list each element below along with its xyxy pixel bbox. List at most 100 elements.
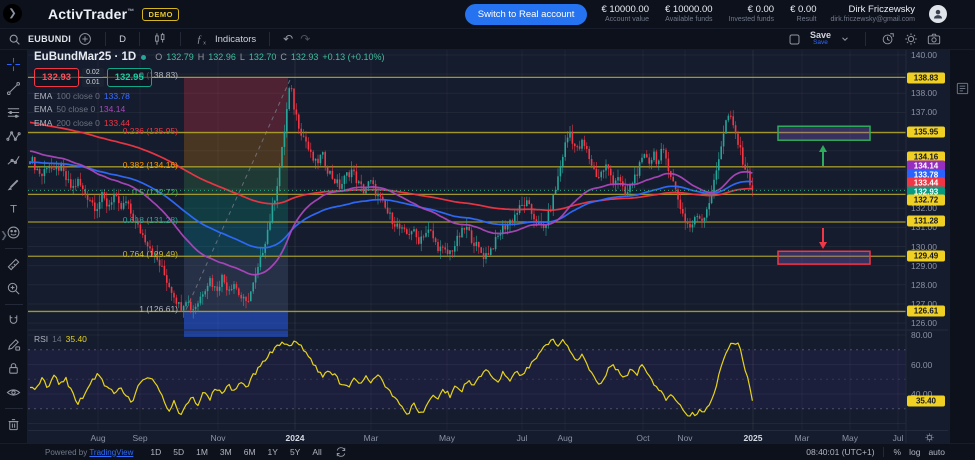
news-icon[interactable] xyxy=(955,81,970,96)
tool-brush-icon[interactable] xyxy=(3,174,25,195)
market-status-icon xyxy=(141,55,146,60)
ema-legend-row[interactable]: EMA200 close 0133.44 xyxy=(34,118,384,128)
stat-value: € 0.00 xyxy=(748,4,774,15)
tool-forecast-icon[interactable] xyxy=(3,150,25,171)
tool-magnet-icon[interactable] xyxy=(3,310,25,331)
interval-button-1m[interactable]: 1M xyxy=(193,446,211,458)
rsi-axis-label: 80.00 xyxy=(911,330,932,340)
eye-icon xyxy=(6,385,21,400)
forecast-icon xyxy=(6,153,21,168)
price-axis-badge: 132.72 xyxy=(907,195,945,206)
corner-expand-button[interactable]: ❯ xyxy=(3,4,22,23)
rsi-axis-label: 60.00 xyxy=(911,360,932,370)
price-axis-badge: 126.61 xyxy=(907,305,945,316)
stat-value: € 10000.00 xyxy=(665,4,713,15)
time-axis-label: May xyxy=(439,433,455,443)
indicators-button[interactable]: Indicators xyxy=(215,34,256,45)
tool-fib-retracement-icon[interactable] xyxy=(3,102,25,123)
magnet-icon xyxy=(6,313,21,328)
scale-button-auto[interactable]: auto xyxy=(928,447,945,457)
camera-icon[interactable] xyxy=(927,32,941,46)
spread-indicator: 0.02 0.01 xyxy=(82,68,104,87)
avatar[interactable] xyxy=(929,5,947,23)
search-icon[interactable] xyxy=(8,33,21,46)
indicators-icon[interactable]: ƒx xyxy=(194,32,208,46)
price-axis-badge: 129.49 xyxy=(907,250,945,261)
tool-trash-icon[interactable] xyxy=(3,414,25,435)
gear-icon[interactable] xyxy=(904,32,918,46)
ohlc-key: H xyxy=(198,52,205,62)
add-symbol-icon[interactable] xyxy=(78,32,92,46)
ema-legend-rows: EMA100 close 0133.78 EMA50 close 0134.14 E… xyxy=(34,91,384,128)
time-axis-label: Jul xyxy=(893,433,904,443)
stat-label: Account value xyxy=(605,16,649,24)
timeframe-button[interactable]: D xyxy=(119,34,126,45)
switch-to-real-button[interactable]: Switch to Real account xyxy=(465,4,588,25)
time-axis-label: Jul xyxy=(517,433,528,443)
ohlc-key: O xyxy=(155,52,162,62)
tool-crosshair-icon[interactable] xyxy=(3,54,25,75)
draw-lock-icon xyxy=(6,337,21,352)
checkbox-icon[interactable] xyxy=(788,33,801,46)
chart-style-icon[interactable] xyxy=(153,32,167,46)
activtrader-window: 0 (138.83)0.236 (135.95)0.382 (134.16)0.… xyxy=(0,0,975,460)
alert-icon[interactable] xyxy=(881,32,895,46)
interval-settings-icon[interactable] xyxy=(335,446,347,458)
time-axis-label: 2025 xyxy=(744,433,763,443)
interval-button-5d[interactable]: 5D xyxy=(170,446,187,458)
interval-button-1d[interactable]: 1D xyxy=(147,446,164,458)
tool-zoom-in-icon[interactable] xyxy=(3,278,25,299)
price-axis-label: 138.00 xyxy=(911,88,937,98)
svg-text:x: x xyxy=(203,40,206,46)
tradingview-link[interactable]: TradingView xyxy=(89,448,133,457)
redo-icon[interactable]: ↷ xyxy=(300,33,310,45)
chart-title[interactable]: EuBundMar25 · 1D xyxy=(34,51,136,63)
ohlc-value: 132.93 xyxy=(291,52,319,62)
ema-legend-row[interactable]: EMA50 close 0134.14 xyxy=(34,104,384,114)
chevron-down-icon[interactable] xyxy=(840,34,850,44)
undo-icon[interactable]: ↶ xyxy=(283,33,293,45)
interval-button-3m[interactable]: 3M xyxy=(217,446,235,458)
time-axis-settings-icon[interactable] xyxy=(924,432,935,443)
symbol-search-input[interactable]: EUBUNDI xyxy=(28,34,71,44)
clock[interactable]: 08:40:01 (UTC+1) xyxy=(806,447,874,457)
buy-button[interactable]: 132.95 xyxy=(107,68,152,87)
lock-icon xyxy=(6,361,21,376)
price-axis-badge: 131.28 xyxy=(907,216,945,227)
time-axis-label: Nov xyxy=(210,433,225,443)
tool-draw-lock-icon[interactable] xyxy=(3,334,25,355)
tools-divider xyxy=(5,248,23,249)
chart-toolbar: EUBUNDI D ƒx Indicators ↶ ↷ Save Save xyxy=(0,28,975,50)
time-axis[interactable]: AugSepNov2024MarMayJulAugOctNov2025MarMa… xyxy=(28,430,948,444)
ema-legend-row[interactable]: EMA100 close 0133.78 xyxy=(34,91,384,101)
zoom-in-icon xyxy=(6,281,21,296)
save-layout-button[interactable]: Save Save xyxy=(810,31,831,47)
ema-value: 133.78 xyxy=(104,91,130,101)
time-axis-label: Aug xyxy=(557,433,572,443)
interval-button-all[interactable]: All xyxy=(309,446,324,458)
price-axis[interactable]: 140.00138.00137.00132.00131.00130.00129.… xyxy=(906,50,950,443)
panel-toggle[interactable]: ❯ xyxy=(0,222,8,248)
scale-button-log[interactable]: log xyxy=(909,447,920,457)
person-icon xyxy=(932,8,944,20)
time-axis-label: 2024 xyxy=(286,433,305,443)
tool-eye-icon[interactable] xyxy=(3,382,25,403)
ema-params: 200 close 0 xyxy=(56,118,99,128)
tool-trendline-icon[interactable] xyxy=(3,78,25,99)
tool-text-icon[interactable]: T xyxy=(3,198,25,219)
scale-button-pct[interactable]: % xyxy=(894,447,902,457)
change-value: +0.13 (+0.10%) xyxy=(322,52,384,62)
interval-button-6m[interactable]: 6M xyxy=(241,446,259,458)
interval-button-5y[interactable]: 5Y xyxy=(287,446,303,458)
account-stat: € 10000.00Account value xyxy=(601,4,649,24)
price-axis-badge: 135.95 xyxy=(907,127,945,138)
interval-button-1y[interactable]: 1Y xyxy=(265,446,281,458)
tool-lock-icon[interactable] xyxy=(3,358,25,379)
sell-button[interactable]: 132.93 xyxy=(34,68,79,87)
tool-pattern-icon[interactable] xyxy=(3,126,25,147)
text-icon: T xyxy=(6,201,21,216)
ema-label: EMA xyxy=(34,91,52,101)
tool-ruler-icon[interactable] xyxy=(3,254,25,275)
time-axis-label: Aug xyxy=(90,433,105,443)
time-axis-label: May xyxy=(842,433,858,443)
